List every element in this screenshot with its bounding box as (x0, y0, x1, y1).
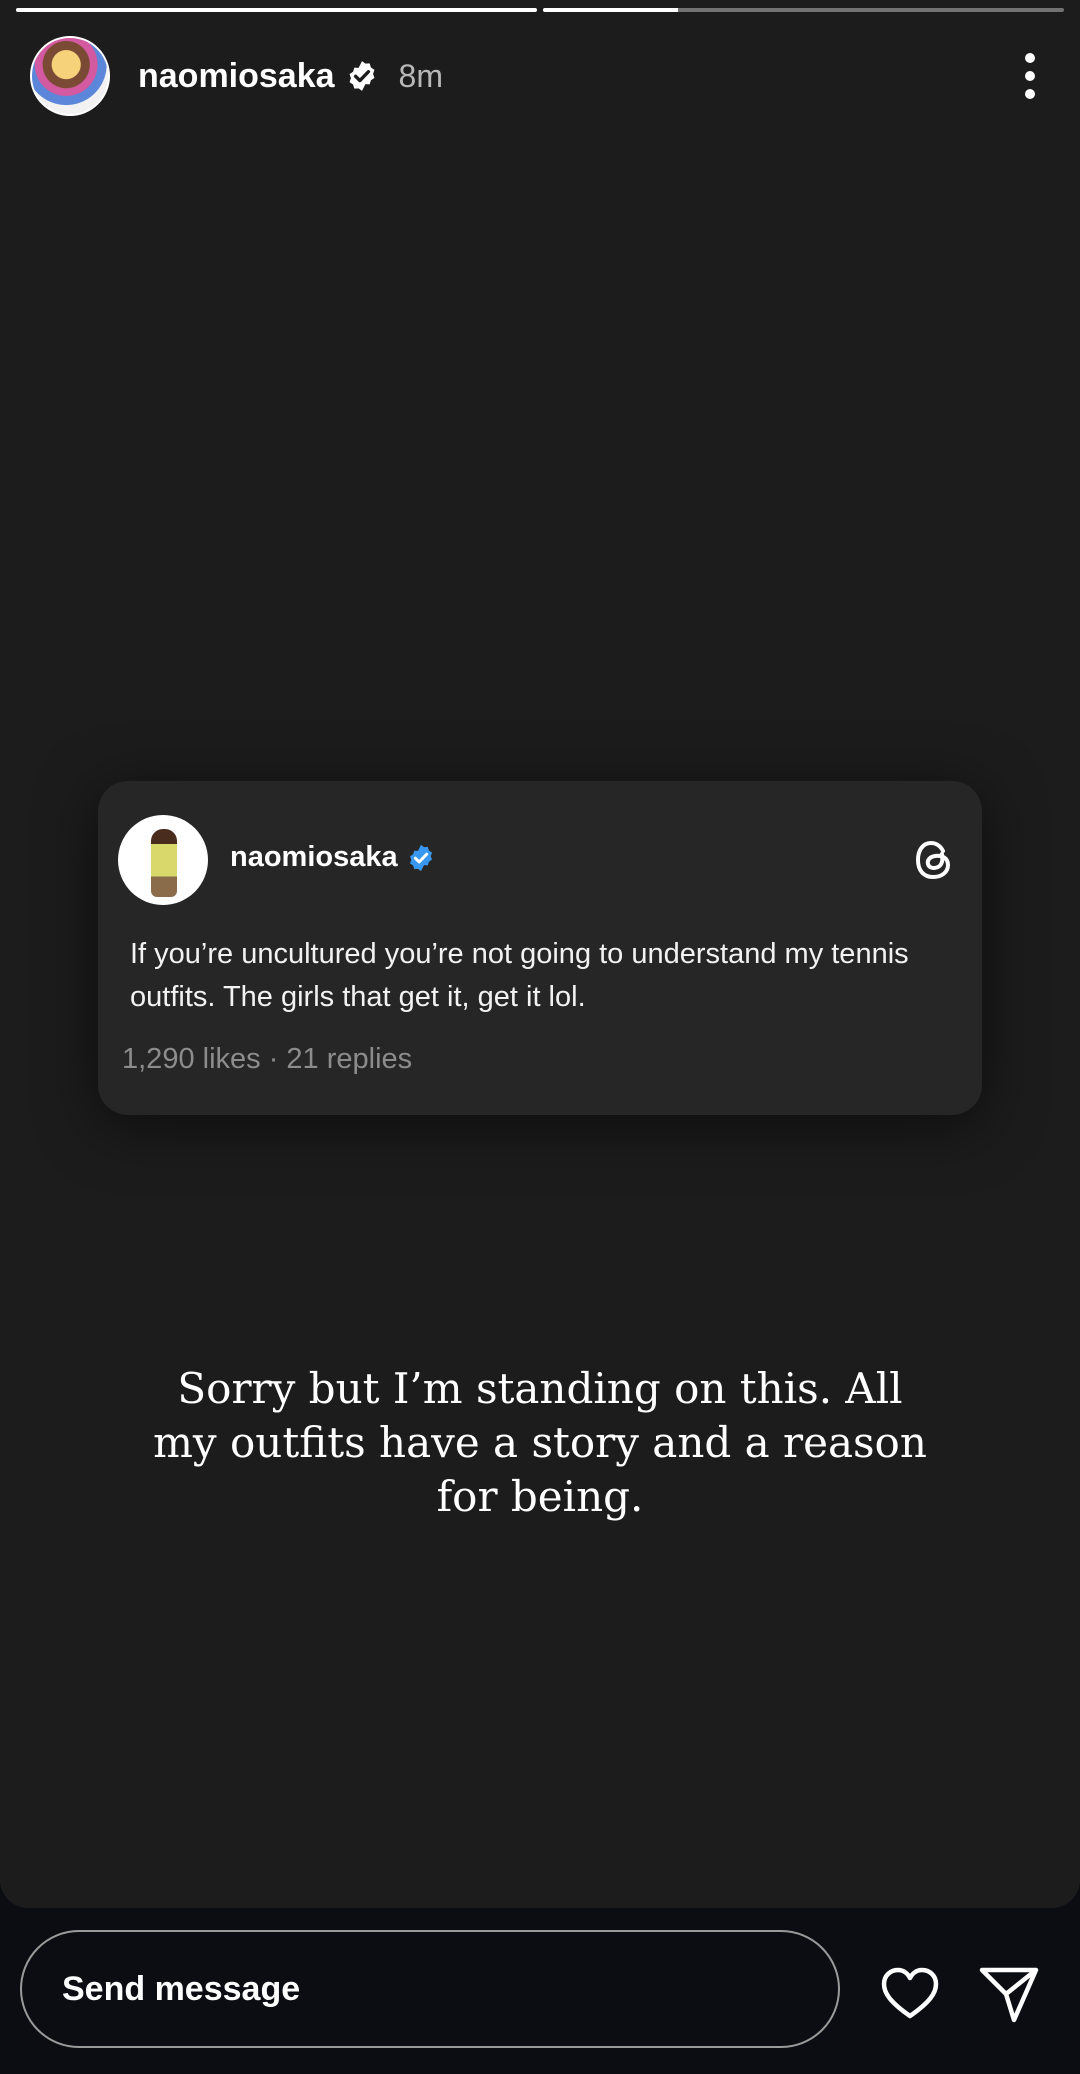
progress-fill (16, 8, 537, 12)
story-username[interactable]: naomiosaka (138, 57, 335, 96)
send-message-placeholder: Send message (62, 1969, 301, 2008)
heart-icon[interactable] (880, 1966, 940, 2022)
send-icon[interactable] (978, 1964, 1040, 2024)
avatar[interactable] (118, 815, 208, 905)
card-username: naomiosaka (230, 841, 398, 873)
story-progress (16, 8, 1064, 12)
send-message-input[interactable]: Send message (20, 1930, 840, 2048)
progress-segment (16, 8, 537, 12)
post-time: 8m (398, 57, 443, 94)
story-header: naomiosaka 8m (30, 36, 1050, 116)
threads-logo-icon (915, 840, 951, 880)
more-vertical-icon[interactable] (1010, 46, 1050, 106)
progress-segment (543, 8, 1064, 12)
post-stats: 1,290 likes · 21 replies (122, 1043, 413, 1075)
card-username-row[interactable]: naomiosaka (230, 841, 436, 874)
threads-post-card[interactable]: naomiosaka If you’re uncultured you’re n… (98, 781, 982, 1115)
verified-badge-icon (349, 61, 374, 91)
story-footer: Send message (0, 1908, 1080, 2074)
story-caption: Sorry but I’m standing on this. All my o… (153, 1364, 927, 1521)
verified-badge-icon (409, 844, 432, 871)
avatar[interactable] (30, 36, 110, 116)
post-text: If you’re uncultured you’re not going to… (130, 938, 909, 1013)
story-viewer[interactable]: naomiosaka 8m naomiosaka If you’re uncul… (0, 0, 1080, 1908)
progress-fill (543, 8, 679, 12)
